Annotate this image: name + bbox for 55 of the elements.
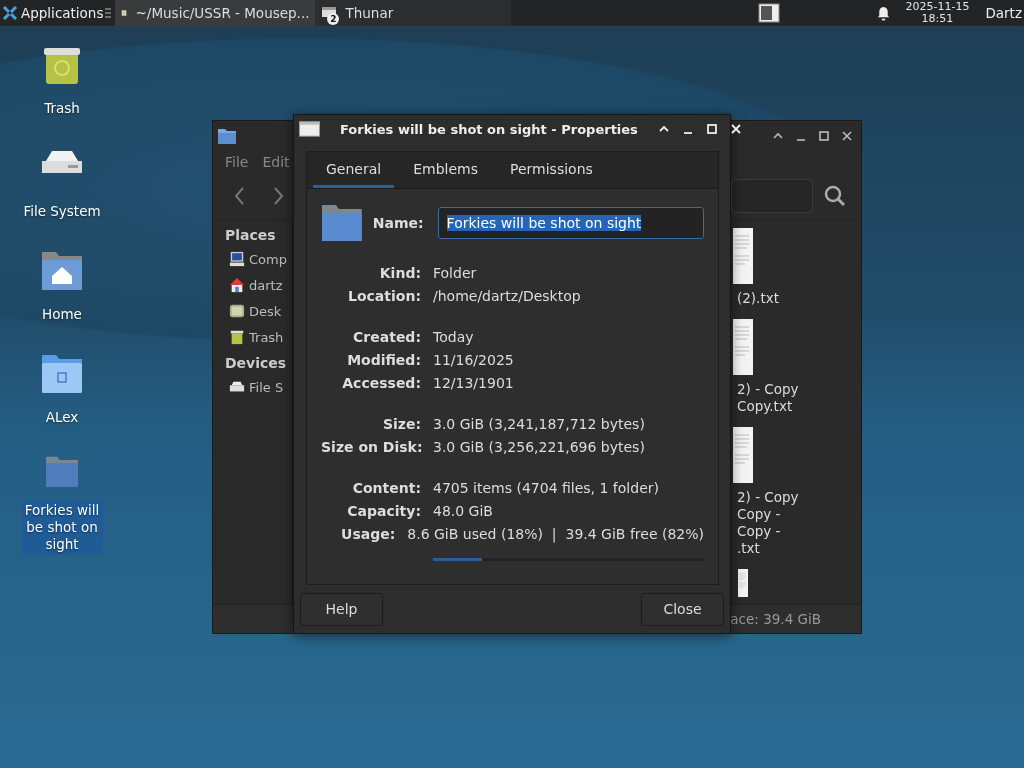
menu-item[interactable]: Edit — [262, 154, 290, 170]
taskbar-button[interactable]: 2 Thunar — [315, 0, 512, 26]
file-name: Copy.txt — [737, 398, 794, 415]
desktop-icon-label[interactable]: Forkies will be shot on sight — [21, 500, 103, 555]
desktop-icon-label[interactable]: Trash — [41, 98, 83, 119]
property-label: Kind: — [378, 264, 421, 281]
file-name: 2) - Copy — [737, 489, 800, 506]
file-name: Copy - — [737, 523, 782, 540]
window-title: Forkies will be shot on sight - Properties — [340, 121, 638, 137]
sidebar-item[interactable]: File S — [213, 374, 292, 400]
property-label: Capacity: — [346, 502, 421, 519]
name-field[interactable]: Forkies will be shot on sight — [437, 207, 704, 239]
property-value: Today — [433, 328, 474, 345]
sidebar-item[interactable]: Trash — [213, 324, 292, 350]
user-menu[interactable]: Dartz — [983, 5, 1024, 21]
clock-date: 2025-11-15 — [905, 1, 970, 13]
property-label: Location: — [347, 287, 421, 304]
sidebar-heading: Places — [224, 226, 277, 245]
applications-menu[interactable]: Applications — [0, 0, 106, 26]
property-value: 4705 items (4704 files, 1 folder) — [433, 479, 659, 496]
file-name: (2).txt — [737, 290, 780, 307]
sidebar-heading: Devices — [224, 354, 288, 373]
property-value: 48.0 GiB — [433, 502, 493, 519]
tab[interactable]: Permissions — [497, 152, 606, 188]
file-name: .txt — [737, 540, 761, 557]
file-name: Copy - — [737, 506, 782, 523]
desktop-icon-label[interactable]: Home — [39, 304, 85, 325]
property-value: 11/16/2025 — [433, 351, 514, 368]
taskbar-button[interactable]: ~/Music/USSR - Mousep... — [115, 0, 316, 26]
property-label: Size on Disk: — [321, 438, 421, 455]
status-text: ace: 39.4 GiB — [730, 611, 821, 627]
property-value: 3.0 GiB (3,241,187,712 bytes) — [433, 415, 645, 432]
property-label: Usage: — [340, 525, 396, 542]
sidebar-item[interactable]: Desk — [213, 298, 292, 324]
property-label: Accessed: — [341, 374, 421, 391]
property-label: Content: — [351, 479, 421, 496]
property-value: 8.6 GiB used (18%) | 39.4 GiB free (82%) — [407, 525, 704, 542]
property-value: /home/dartz/Desktop — [433, 287, 581, 304]
property-label: Size: — [381, 415, 421, 432]
tab[interactable]: Emblems — [400, 152, 491, 188]
property-label: Created: — [352, 328, 421, 345]
file-name: 2) - Copy — [737, 381, 800, 398]
desktop-icon-label[interactable]: File System — [20, 201, 104, 222]
desktop-icon-label[interactable]: ALex — [42, 407, 82, 428]
sidebar-item[interactable]: dartz — [213, 272, 292, 298]
sidebar-item[interactable]: Comp — [213, 246, 292, 272]
dialog-button[interactable]: Close — [641, 592, 724, 626]
menu-item[interactable]: File — [225, 154, 249, 170]
dialog-button[interactable]: Help — [300, 592, 383, 626]
property-label: Modified: — [346, 351, 421, 368]
field-label: Name: — [372, 215, 424, 231]
property-value: 3.0 GiB (3,256,221,696 bytes) — [433, 438, 645, 455]
property-value: Folder — [433, 264, 477, 281]
clock-time: 18:51 — [921, 13, 954, 25]
property-value: 12/13/1901 — [433, 374, 514, 391]
